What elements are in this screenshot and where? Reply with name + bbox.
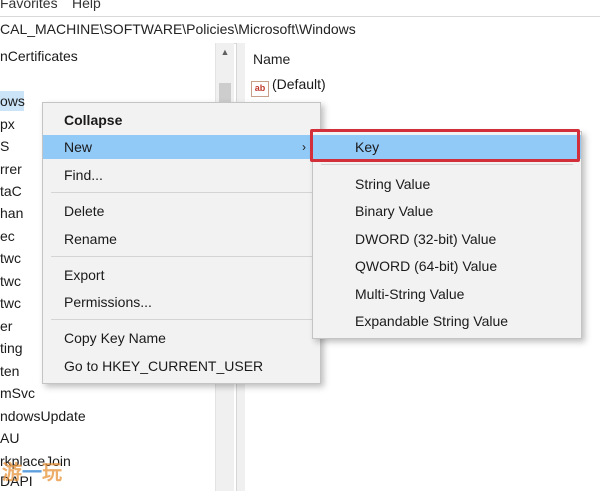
menu-item-label: QWORD (64-bit) Value [355,258,498,274]
key-highlight-annotation [310,129,580,162]
menu-item-label: New [64,139,93,155]
menu-item-rename[interactable]: Rename [43,227,320,251]
menu-separator [321,164,573,165]
menu-item-label: Binary Value [355,203,434,219]
menu-bar: Favorites Help [0,0,600,16]
submenu-item-multi-string-value[interactable]: Multi-String Value [313,282,581,306]
submenu-item-string-value[interactable]: String Value [313,172,581,196]
submenu-item-expandable-string-value[interactable]: Expandable String Value [313,309,581,333]
context-menu: Collapse New › Find... Delete Rename Exp… [42,102,321,384]
watermark-char: 玩 [42,462,62,484]
menu-item-find[interactable]: Find... [43,163,320,187]
tree-item[interactable]: han [0,203,23,223]
watermark-char: 游 [2,462,22,484]
tree-item[interactable]: twc [0,293,21,313]
menu-item-delete[interactable]: Delete [43,199,320,223]
menu-item-collapse[interactable]: Collapse [43,108,320,132]
menu-item-label: Collapse [64,112,123,128]
string-value-icon: ab [251,81,269,97]
address-path[interactable]: CAL_MACHINE\SOFTWARE\Policies\Microsoft\… [0,21,356,37]
submenu-arrow-icon: › [302,140,306,154]
submenu-item-binary-value[interactable]: Binary Value [313,199,581,223]
submenu-item-qword-value[interactable]: QWORD (64-bit) Value [313,254,581,278]
tree-item[interactable]: ten [0,361,19,381]
menu-item-new[interactable]: New › [43,135,320,159]
tree-item[interactable]: AU [0,428,19,448]
menu-item-label: String Value [355,176,431,192]
menu-item-goto-hkcu[interactable]: Go to HKEY_CURRENT_USER [43,354,320,378]
tree-item[interactable]: px [0,114,15,134]
tree-item-selected[interactable]: ows [0,91,25,111]
menu-item-label: DWORD (32-bit) Value [355,231,497,247]
scroll-up-arrow-icon[interactable]: ▲ [216,43,234,61]
menu-item-export[interactable]: Export [43,263,320,287]
watermark-char: 一 [22,462,42,484]
menu-item-label: Copy Key Name [64,330,166,346]
menu-separator [51,319,312,320]
menu-item-label: Expandable String Value [355,313,509,329]
tree-item[interactable]: twc [0,271,21,291]
menu-item-copy-key-name[interactable]: Copy Key Name [43,326,320,350]
value-row-default[interactable]: ab (Default) [251,76,326,97]
tree-item[interactable]: nCertificates [0,46,78,66]
watermark-logo: 游一玩 [2,456,62,485]
menu-help[interactable]: Help [72,0,101,11]
menu-item-label: Go to HKEY_CURRENT_USER [64,358,264,374]
tree-item[interactable]: taC [0,181,22,201]
submenu-item-dword-value[interactable]: DWORD (32-bit) Value [313,227,581,251]
menu-separator [51,256,312,257]
tree-item[interactable]: er [0,316,12,336]
menu-item-label: Permissions... [64,294,152,310]
menu-item-label: Multi-String Value [355,286,465,302]
address-bar[interactable]: CAL_MACHINE\SOFTWARE\Policies\Microsoft\… [0,16,600,44]
tree-item[interactable]: ec [0,226,15,246]
tree-item[interactable]: ndowsUpdate [0,406,86,426]
value-name: (Default) [272,76,326,92]
tree-item[interactable]: ting [0,338,23,358]
menu-favorites[interactable]: Favorites [0,0,58,11]
menu-item-label: Export [64,267,105,283]
tree-item[interactable]: S [0,136,9,156]
menu-item-label: Rename [64,231,117,247]
tree-item[interactable]: twc [0,248,21,268]
menu-item-label: Find... [64,167,103,183]
tree-item[interactable]: rrer [0,159,22,179]
new-submenu: Key String Value Binary Value DWORD (32-… [312,131,582,339]
menu-item-permissions[interactable]: Permissions... [43,290,320,314]
tree-item[interactable]: mSvc [0,383,35,403]
menu-item-label: Delete [64,203,105,219]
menu-separator [51,192,312,193]
column-header-name[interactable]: Name [253,51,290,67]
